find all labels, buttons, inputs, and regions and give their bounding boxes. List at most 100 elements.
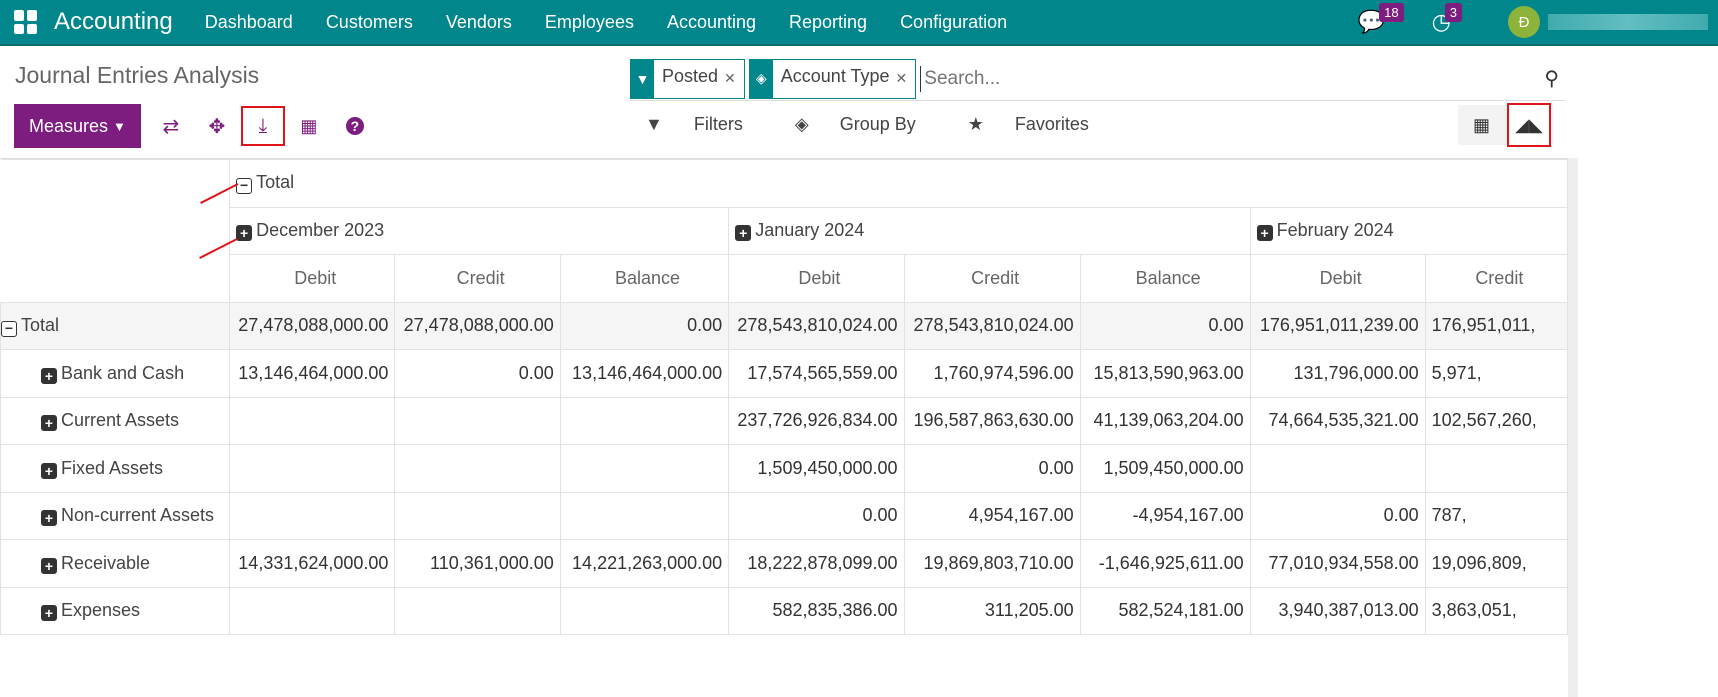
pivot-cell[interactable]: 237,726,926,834.00 <box>728 396 905 445</box>
pivot-cell[interactable]: 582,835,386.00 <box>728 586 905 635</box>
row-header[interactable]: + Fixed Assets <box>0 444 231 493</box>
col-header-month[interactable]: + February 2024 <box>1249 206 1568 255</box>
pivot-cell[interactable]: 27,478,088,000.00 <box>229 301 396 350</box>
remove-facet-icon[interactable]: ✕ <box>896 60 916 98</box>
pivot-cell[interactable]: 3,863,051, <box>1424 586 1568 635</box>
pivot-cell[interactable]: 14,221,263,000.00 <box>559 539 730 588</box>
pivot-cell[interactable]: 1,760,974,596.00 <box>903 349 1081 398</box>
pivot-cell[interactable] <box>394 396 561 445</box>
pivot-cell[interactable]: 17,574,565,559.00 <box>728 349 905 398</box>
pivot-cell[interactable]: 102,567,260, <box>1424 396 1568 445</box>
graph-view-icon[interactable]: ◢◣ <box>1507 103 1551 147</box>
filters-button[interactable]: ▼ Filters <box>645 114 769 135</box>
pivot-cell[interactable]: 0.00 <box>394 349 561 398</box>
pivot-cell[interactable]: 74,664,535,321.00 <box>1249 396 1426 445</box>
user-avatar[interactable]: Đ <box>1508 6 1540 38</box>
pivot-cell[interactable]: 131,796,000.00 <box>1249 349 1426 398</box>
pivot-cell[interactable]: 196,587,863,630.00 <box>903 396 1081 445</box>
user-name-blurred[interactable] <box>1548 14 1708 30</box>
col-header-total[interactable]: − Total <box>229 159 1568 208</box>
pivot-cell[interactable]: 15,813,590,963.00 <box>1079 349 1251 398</box>
measure-header[interactable]: Debit <box>1249 254 1426 303</box>
measure-header[interactable]: Credit <box>1424 254 1568 303</box>
app-brand[interactable]: Accounting <box>54 8 173 36</box>
pivot-cell[interactable]: 13,146,464,000.00 <box>559 349 730 398</box>
pivot-cell[interactable] <box>559 444 730 493</box>
pivot-cell[interactable]: 0.00 <box>1079 301 1251 350</box>
pivot-cell[interactable]: 787, <box>1424 491 1568 540</box>
menu-dashboard[interactable]: Dashboard <box>205 12 293 33</box>
pivot-cell[interactable]: 4,954,167.00 <box>903 491 1081 540</box>
pivot-cell[interactable]: 5,971, <box>1424 349 1568 398</box>
favorites-button[interactable]: ★ Favorites <box>968 114 1115 135</box>
search-input[interactable] <box>920 65 1545 92</box>
expand-all-icon[interactable]: ✥ <box>197 108 237 144</box>
measure-header[interactable]: Debit <box>229 254 396 303</box>
pivot-cell[interactable]: 311,205.00 <box>903 586 1081 635</box>
pivot-cell[interactable]: -1,646,925,611.00 <box>1079 539 1251 588</box>
row-header[interactable]: + Receivable <box>0 539 231 588</box>
pivot-cell[interactable] <box>559 396 730 445</box>
facet-posted[interactable]: ▼ Posted ✕ <box>630 58 745 99</box>
measures-button[interactable]: Measures ▼ <box>14 104 141 148</box>
facet-account-type[interactable]: ◈ Account Type ✕ <box>748 58 917 99</box>
measure-header[interactable]: Balance <box>1079 254 1251 303</box>
measure-header[interactable]: Credit <box>903 254 1081 303</box>
menu-customers[interactable]: Customers <box>326 12 413 33</box>
pivot-cell[interactable] <box>394 586 561 635</box>
pivot-cell[interactable]: 0.00 <box>1249 491 1426 540</box>
pivot-cell[interactable] <box>394 444 561 493</box>
pivot-cell[interactable]: 77,010,934,558.00 <box>1249 539 1426 588</box>
search-icon[interactable]: ⚲ <box>1544 66 1559 91</box>
pivot-cell[interactable] <box>394 491 561 540</box>
menu-reporting[interactable]: Reporting <box>789 12 867 33</box>
pivot-cell[interactable]: 176,951,011, <box>1424 301 1568 350</box>
row-header[interactable]: − Total <box>0 301 231 350</box>
row-header[interactable]: + Expenses <box>0 586 231 635</box>
pivot-cell[interactable]: 582,524,181.00 <box>1079 586 1251 635</box>
pivot-cell[interactable]: 13,146,464,000.00 <box>229 349 396 398</box>
pivot-cell[interactable]: 0.00 <box>559 301 730 350</box>
pivot-cell[interactable]: 18,222,878,099.00 <box>728 539 905 588</box>
menu-configuration[interactable]: Configuration <box>900 12 1007 33</box>
measure-header[interactable]: Credit <box>394 254 561 303</box>
pivot-cell[interactable]: 110,361,000.00 <box>394 539 561 588</box>
col-header-month[interactable]: + December 2023 <box>229 206 730 255</box>
scrollbar[interactable] <box>1568 158 1578 697</box>
pivot-cell[interactable]: 176,951,011,239.00 <box>1249 301 1426 350</box>
pivot-cell[interactable] <box>229 396 396 445</box>
pivot-view-icon[interactable]: ▦ <box>1458 105 1505 145</box>
pivot-cell[interactable] <box>1249 444 1426 493</box>
pivot-cell[interactable]: 1,509,450,000.00 <box>1079 444 1251 493</box>
pivot-cell[interactable] <box>229 444 396 493</box>
table-icon[interactable]: ▦ <box>289 108 329 144</box>
pivot-cell[interactable]: 19,869,803,710.00 <box>903 539 1081 588</box>
pivot-cell[interactable]: 278,543,810,024.00 <box>903 301 1081 350</box>
group-by-button[interactable]: ◈ Group By <box>795 114 942 135</box>
pivot-cell[interactable]: 1,509,450,000.00 <box>728 444 905 493</box>
col-header-month[interactable]: + January 2024 <box>728 206 1251 255</box>
measure-header[interactable]: Balance <box>559 254 730 303</box>
menu-accounting[interactable]: Accounting <box>667 12 756 33</box>
pivot-cell[interactable]: 27,478,088,000.00 <box>394 301 561 350</box>
pivot-cell[interactable]: 278,543,810,024.00 <box>728 301 905 350</box>
pivot-cell[interactable]: 41,139,063,204.00 <box>1079 396 1251 445</box>
pivot-cell[interactable]: 0.00 <box>903 444 1081 493</box>
remove-facet-icon[interactable]: ✕ <box>724 60 744 98</box>
row-header[interactable]: + Bank and Cash <box>0 349 231 398</box>
menu-employees[interactable]: Employees <box>545 12 634 33</box>
pivot-cell[interactable] <box>1424 444 1568 493</box>
pivot-cell[interactable]: 0.00 <box>728 491 905 540</box>
row-header[interactable]: + Current Assets <box>0 396 231 445</box>
pivot-cell[interactable] <box>559 491 730 540</box>
pivot-cell[interactable]: 3,940,387,013.00 <box>1249 586 1426 635</box>
pivot-cell[interactable] <box>229 586 396 635</box>
flip-axis-icon[interactable]: ⇄ <box>151 108 191 144</box>
measure-header[interactable]: Debit <box>728 254 905 303</box>
pivot-cell[interactable]: -4,954,167.00 <box>1079 491 1251 540</box>
apps-menu-icon[interactable] <box>14 10 38 34</box>
pivot-cell[interactable]: 14,331,624,000.00 <box>229 539 396 588</box>
help-icon[interactable]: ? <box>335 108 375 144</box>
row-header[interactable]: + Non-current Assets <box>0 491 231 540</box>
download-xlsx-icon[interactable]: ⤓ <box>240 106 285 146</box>
